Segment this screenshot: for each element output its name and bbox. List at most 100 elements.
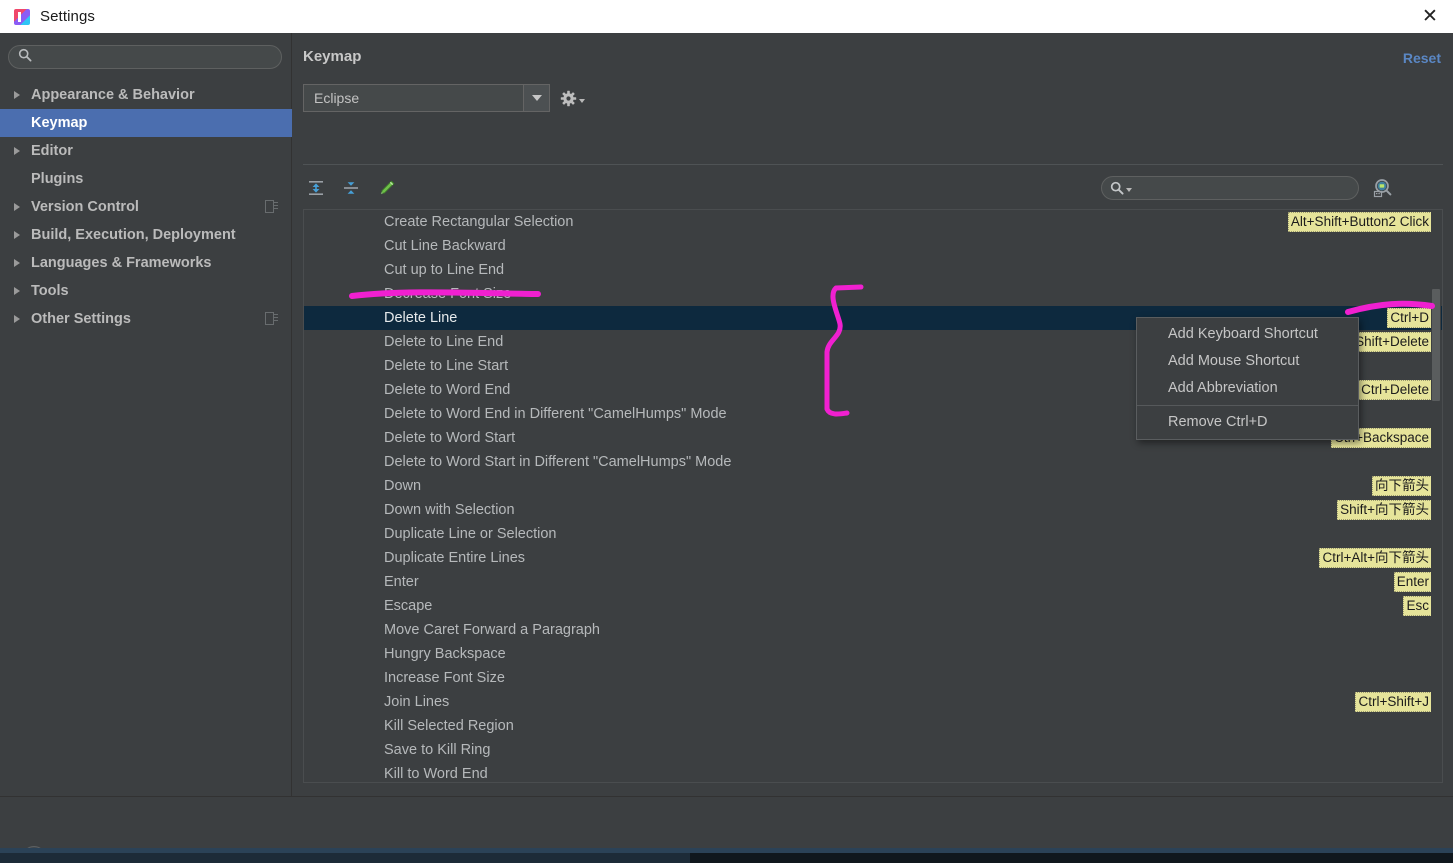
keymap-action-list[interactable]: Create Rectangular Selection Alt+Shift+Bu… (303, 209, 1443, 783)
action-name: Down (384, 478, 422, 494)
keyboard-shortcut-search-icon[interactable] (1371, 176, 1395, 200)
shortcut-badge[interactable]: Ctrl+D (1387, 308, 1432, 328)
window-title-bar: Settings ✕ (0, 0, 1453, 33)
sidebar-item-editor[interactable]: Editor (0, 137, 292, 165)
shortcut-search-input[interactable] (1132, 180, 1358, 196)
sidebar-item-languages-frameworks[interactable]: Languages & Frameworks (0, 249, 292, 277)
shortcut-badge[interactable]: Esc (1403, 596, 1432, 616)
edit-pencil-icon[interactable] (374, 175, 400, 201)
settings-dialog: Appearance & Behavior Keymap Editor Plug… (0, 33, 1453, 863)
action-name: Enter (384, 574, 419, 590)
table-row[interactable]: Hungry Backspace (304, 642, 1442, 666)
table-row[interactable]: Cut Line Backward (304, 234, 1442, 258)
sidebar-item-version-control[interactable]: Version Control (0, 193, 292, 221)
table-row[interactable]: Duplicate Entire Lines Ctrl+Alt+向下箭头 (304, 546, 1442, 570)
sidebar-item-plugins[interactable]: Plugins (0, 165, 292, 193)
table-row[interactable]: Decrease Font Size (304, 282, 1442, 306)
action-name: Escape (384, 598, 433, 614)
chevron-right-icon (12, 147, 26, 155)
sidebar-item-label: Appearance & Behavior (31, 87, 195, 103)
sidebar-item-label: Build, Execution, Deployment (31, 227, 236, 243)
menu-item-add-abbreviation[interactable]: Add Abbreviation (1137, 375, 1358, 402)
action-name: Kill to Word End (384, 766, 488, 782)
action-name: Down with Selection (384, 502, 515, 518)
sidebar-item-appearance-behavior[interactable]: Appearance & Behavior (0, 81, 292, 109)
sidebar-item-other-settings[interactable]: Other Settings (0, 305, 292, 333)
table-row[interactable]: Down 向下箭头 (304, 474, 1442, 498)
expand-all-icon[interactable] (303, 175, 329, 201)
intellij-idea-icon (14, 8, 30, 25)
action-name: Cut up to Line End (384, 262, 505, 278)
table-row[interactable]: Escape Esc (304, 594, 1442, 618)
shortcut-context-menu[interactable]: Add Keyboard Shortcut Add Mouse Shortcut… (1136, 317, 1359, 440)
chevron-right-icon (12, 287, 26, 295)
keymap-selector-row: Eclipse (303, 84, 585, 112)
keymap-toolbar (303, 175, 405, 205)
menu-item-remove-shortcut[interactable]: Remove Ctrl+D (1137, 409, 1358, 436)
shortcut-search-field[interactable] (1101, 176, 1359, 200)
action-name: Delete Line (384, 310, 458, 326)
action-name: Hungry Backspace (384, 646, 506, 662)
sidebar-item-build-execution-deployment[interactable]: Build, Execution, Deployment (0, 221, 292, 249)
shortcut-badge[interactable]: 向下箭头 (1372, 476, 1432, 496)
sidebar-item-label: Languages & Frameworks (31, 255, 212, 271)
table-row[interactable]: Move Caret Forward a Paragraph (304, 618, 1442, 642)
table-row[interactable]: Join Lines Ctrl+Shift+J (304, 690, 1442, 714)
chevron-right-icon (12, 315, 26, 323)
action-name: Delete to Word End (384, 382, 511, 398)
shortcut-badge[interactable]: Ctrl+Shift+J (1355, 692, 1432, 712)
action-name: Duplicate Line or Selection (384, 526, 557, 542)
shortcut-badge[interactable]: Shift+向下箭头 (1337, 500, 1432, 520)
project-scope-icon (265, 312, 278, 325)
action-name: Move Caret Forward a Paragraph (384, 622, 600, 638)
table-row[interactable]: Cut up to Line End (304, 258, 1442, 282)
settings-sidebar: Appearance & Behavior Keymap Editor Plug… (0, 33, 292, 796)
table-row[interactable]: Save to Kill Ring (304, 738, 1442, 762)
taskbar-strip-dark (690, 853, 1453, 863)
sidebar-search[interactable] (8, 45, 282, 69)
keymap-select[interactable]: Eclipse (303, 84, 550, 112)
keymap-action-list-body: Create Rectangular Selection Alt+Shift+Bu… (304, 210, 1442, 782)
search-icon (18, 48, 32, 67)
list-scrollbar-thumb[interactable] (1432, 289, 1440, 401)
shortcut-badge[interactable]: Alt+Shift+Button2 Click (1287, 212, 1432, 232)
sidebar-item-label: Plugins (31, 171, 84, 187)
table-row[interactable]: Enter Enter (304, 570, 1442, 594)
sidebar-item-label: Other Settings (31, 311, 131, 327)
page-title: Keymap (303, 48, 362, 65)
sidebar-item-label: Keymap (31, 115, 88, 131)
project-scope-icon (265, 200, 278, 213)
action-name: Delete to Word Start in Different "Camel… (384, 454, 732, 470)
table-row[interactable]: Duplicate Line or Selection (304, 522, 1442, 546)
table-row[interactable]: Delete to Word Start in Different "Camel… (304, 450, 1442, 474)
search-input[interactable] (32, 49, 281, 65)
list-scrollbar[interactable] (1431, 211, 1441, 782)
table-row[interactable]: Kill to Word End (304, 762, 1442, 782)
chevron-right-icon (12, 91, 26, 99)
sidebar-item-tools[interactable]: Tools (0, 277, 292, 305)
shortcut-badge[interactable]: Enter (1393, 572, 1432, 592)
action-name: Increase Font Size (384, 670, 505, 686)
sidebar-item-keymap[interactable]: Keymap (0, 109, 292, 137)
reset-link[interactable]: Reset (1403, 50, 1441, 66)
table-row[interactable]: Create Rectangular Selection Alt+Shift+Bu… (304, 210, 1442, 234)
keymap-settings-gear-button[interactable] (560, 84, 590, 112)
search-icon (1110, 181, 1124, 195)
sidebar-item-label: Tools (31, 283, 69, 299)
menu-item-add-mouse-shortcut[interactable]: Add Mouse Shortcut (1137, 348, 1358, 375)
close-icon[interactable]: ✕ (1407, 0, 1453, 33)
sidebar-item-label: Editor (31, 143, 73, 159)
action-name: Delete to Line Start (384, 358, 509, 374)
action-name: Create Rectangular Selection (384, 214, 574, 230)
table-row[interactable]: Down with Selection Shift+向下箭头 (304, 498, 1442, 522)
collapse-all-icon[interactable] (338, 175, 364, 201)
sidebar-item-label: Version Control (31, 199, 139, 215)
table-row[interactable]: Increase Font Size (304, 666, 1442, 690)
menu-item-add-keyboard-shortcut[interactable]: Add Keyboard Shortcut (1137, 321, 1358, 348)
table-row[interactable]: Kill Selected Region (304, 714, 1442, 738)
keymap-select-value: Eclipse (314, 90, 360, 106)
gear-icon (560, 90, 577, 106)
shortcut-badge[interactable]: Ctrl+Delete (1358, 380, 1432, 400)
chevron-down-icon[interactable] (523, 85, 549, 111)
shortcut-badge[interactable]: Ctrl+Alt+向下箭头 (1319, 548, 1432, 568)
